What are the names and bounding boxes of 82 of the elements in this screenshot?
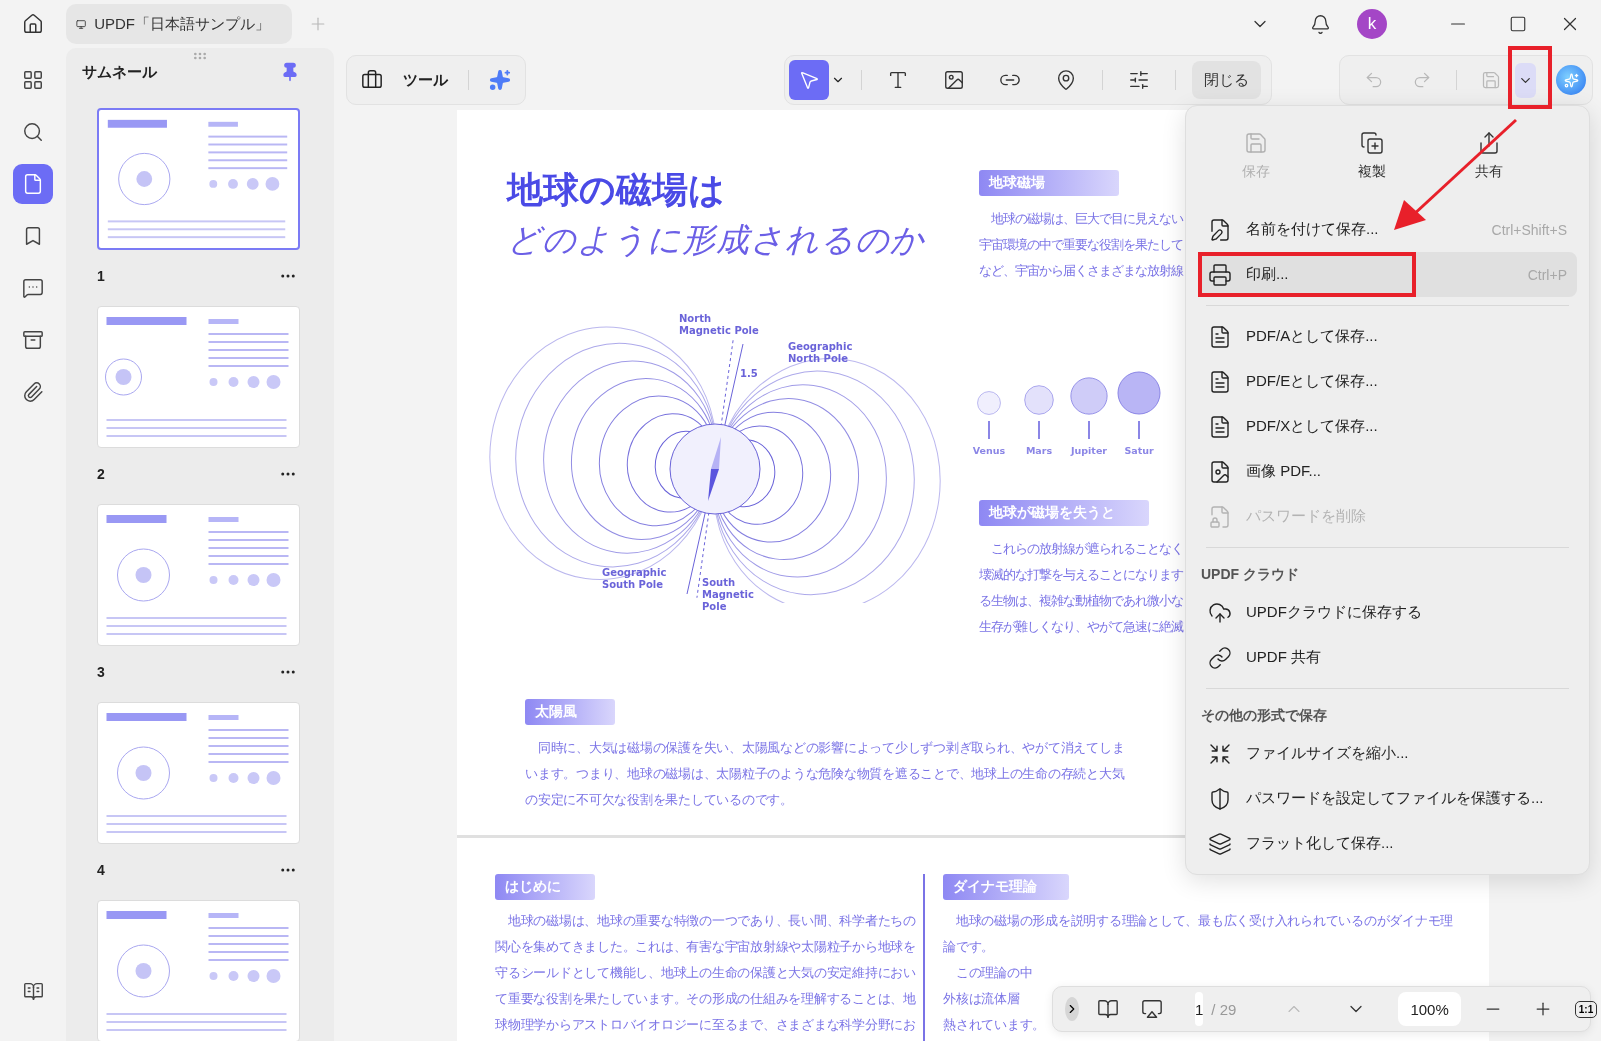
menu-action[interactable]: 共有 xyxy=(1458,130,1519,182)
shortcut-text: Ctrl+P xyxy=(1527,266,1567,283)
page-subtitle: どのように形成されるのか xyxy=(507,218,926,261)
diagram-label: 1.5 xyxy=(740,367,758,380)
paragraph: 同時に、大気は磁場の保護を失い、太陽風などの影響によって少しずつ剥ぎ取られ、やがて消えてしま います。つまり、地球の磁場は、太陽粒子のような危険な物質を遮ることで、地球上の生命の存続と大気 の安定に不可欠な役割を果たしているのです。 xyxy=(525,738,1125,809)
section-heading: 地球磁場 xyxy=(979,170,1119,196)
page-total: / 29 xyxy=(1211,1000,1237,1018)
ai-assistant-icon[interactable] xyxy=(1556,65,1586,95)
planet-label: Mars xyxy=(1025,445,1053,456)
close-button[interactable]: 閉じる xyxy=(1192,61,1261,99)
user-avatar[interactable]: k xyxy=(1357,9,1387,39)
link-icon xyxy=(1208,645,1232,670)
menu-item[interactable]: 画像 PDF... xyxy=(1198,449,1577,494)
menu-item[interactable]: PDF/Aとして保存... xyxy=(1198,314,1577,359)
document-pen-icon xyxy=(1208,217,1232,242)
shield-icon xyxy=(1208,786,1232,811)
menu-item[interactable]: ファイルサイズを縮小... xyxy=(1198,731,1577,776)
paragraph: 地球の磁場の形成を説明する理論として、最も広く受け入れられているのがダイナモ理 論です。 xyxy=(943,912,1453,956)
menu-item[interactable]: フラット化して保存... xyxy=(1198,821,1577,866)
menu-section-heading: UPDF クラウド xyxy=(1200,565,1300,584)
cloud-upload-icon xyxy=(1208,600,1232,625)
diagram-label: Geographic North Pole xyxy=(788,340,853,365)
paragraph: これらの放射線が遮られることなく 壊滅的な打撃を与えることになります る生物は、複雑な動植物であれ微小な 生存が難しくなり、やがて急速に絶滅 xyxy=(979,540,1183,636)
section-heading: 太陽風 xyxy=(525,698,615,725)
diagram-label: South Magnetic Pole xyxy=(702,576,754,613)
section-heading: はじめに xyxy=(495,874,595,900)
document-icon xyxy=(1208,369,1232,394)
menu-item[interactable]: PDF/Eとして保存... xyxy=(1198,359,1577,404)
pin-icon[interactable] xyxy=(280,62,300,82)
menu-item[interactable]: パスワードを設定してファイルを保護する... xyxy=(1198,776,1577,821)
document-icon xyxy=(1208,324,1232,349)
planet-label: Satur xyxy=(1124,445,1154,456)
planet-icon xyxy=(1117,371,1161,415)
paragraph: 外核は流体層 xyxy=(943,990,1020,1008)
paragraph: この理論の中 xyxy=(954,964,1033,982)
page-field[interactable]: 1 xyxy=(1195,992,1204,1026)
expand-icon[interactable] xyxy=(1065,997,1079,1021)
diagram-label: Geographic South Pole xyxy=(602,566,667,591)
actual-size-button[interactable]: 1:1 xyxy=(1574,1000,1598,1018)
tools-label[interactable]: ツール xyxy=(403,70,448,90)
tick-mark xyxy=(988,421,990,439)
planet-label: Jupiter xyxy=(1071,445,1107,456)
page-icon[interactable] xyxy=(13,164,53,204)
menu-action[interactable]: 複製 xyxy=(1342,130,1403,182)
pointer-icon[interactable] xyxy=(789,60,829,100)
image-document-icon xyxy=(1208,459,1232,484)
page-number: 4 xyxy=(97,862,105,878)
paragraph: 地球の磁場は、地球の重要な特徴の一つであり、長い間、科学者たちの 関心を集めてきました。これは、有害な宇宙放射線や太陽粒子から地球を 守るシールドとして機能し、地球上の生命の保護と大気の安定維持におい て重要な役割を果たしています。その形成の仕組みを理解することは、地 球物理学からアストロバイオロジーに至るまで、さまざまな科学分野にお xyxy=(495,912,916,1034)
page-number: 3 xyxy=(97,664,105,680)
duplicate-icon xyxy=(1360,131,1385,155)
diagram-label: North Magnetic Pole xyxy=(679,312,759,337)
paragraph: 熱されています。 xyxy=(943,1016,1045,1034)
menu-item[interactable]: 名前を付けて保存... Ctrl+Shift+S xyxy=(1198,207,1577,252)
menu-item[interactable]: PDF/Xとして保存... xyxy=(1198,404,1577,449)
tick-mark xyxy=(1138,421,1140,439)
page-title: 地球の磁場は xyxy=(507,170,726,210)
planet-icon xyxy=(1070,377,1108,415)
panel-title: サムネール xyxy=(82,62,157,82)
document-tab[interactable]: UPDF「日本語サンプル」 xyxy=(66,4,292,44)
menu-item[interactable]: 印刷... Ctrl+P xyxy=(1198,252,1577,297)
page-number: 2 xyxy=(97,466,105,482)
planet-icon xyxy=(977,391,1001,415)
layers-icon xyxy=(1208,831,1232,856)
page-number: 1 xyxy=(97,268,105,284)
section-heading: ダイナモ理論 xyxy=(943,874,1069,900)
zoom-field[interactable]: 100% xyxy=(1398,992,1461,1026)
tick-mark xyxy=(1088,421,1090,439)
section-heading: 地球が磁場を失うと xyxy=(979,500,1149,526)
save-icon xyxy=(1244,131,1269,155)
menu-item[interactable]: UPDF 共有 xyxy=(1198,635,1577,680)
lock-document-icon xyxy=(1208,504,1232,529)
menu-section-heading: その他の形式で保存 xyxy=(1200,706,1328,725)
menu-item[interactable]: UPDFクラウドに保存する xyxy=(1198,590,1577,635)
sparkle-icon[interactable] xyxy=(489,69,511,91)
planet-label: Venus xyxy=(972,445,1006,456)
planet-icon xyxy=(1024,385,1054,415)
paragraph: 地球の磁場は、巨大で目に見えない 宇宙環境の中で重要な役割を果たして など、宇宙から届くさまざまな放射線 xyxy=(979,210,1183,280)
page-thumbnail[interactable] xyxy=(97,108,300,250)
document-icon xyxy=(1208,414,1232,439)
printer-icon xyxy=(1208,262,1232,287)
tick-mark xyxy=(1038,421,1040,439)
shortcut-text: Ctrl+Shift+S xyxy=(1491,221,1567,238)
